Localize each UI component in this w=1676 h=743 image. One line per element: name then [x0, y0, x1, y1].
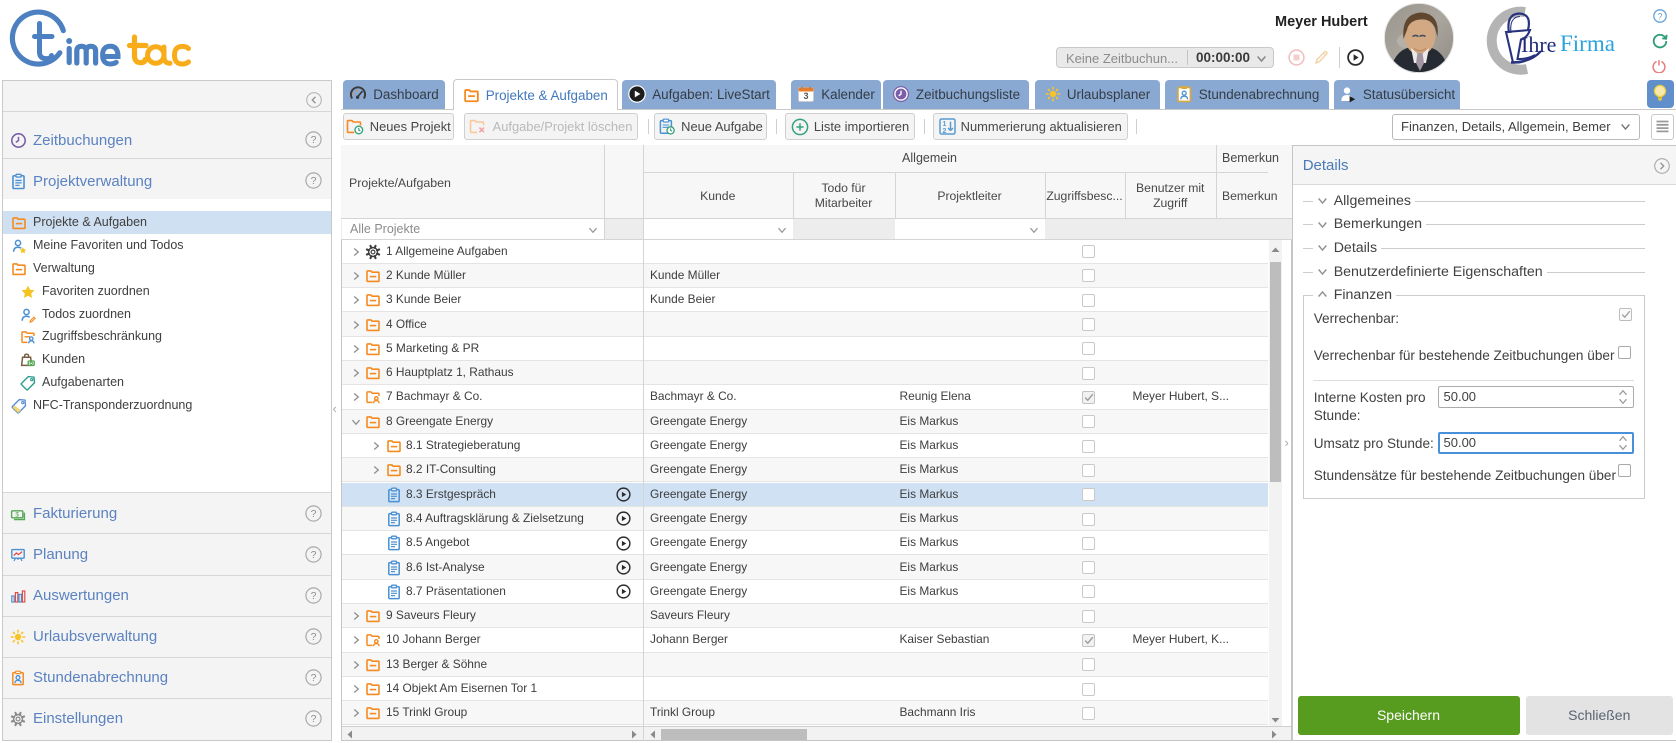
svg-text:?: ?	[311, 590, 317, 602]
svg-text:?: ?	[311, 713, 317, 725]
svg-text:1: 1	[942, 121, 946, 128]
svg-text:3: 3	[804, 91, 809, 101]
svg-text:$: $	[15, 512, 19, 519]
svg-text:2: 2	[942, 128, 946, 135]
svg-text:?: ?	[311, 134, 317, 146]
svg-text:?: ?	[1657, 11, 1662, 21]
svg-text:?: ?	[311, 631, 317, 643]
svg-text:?: ?	[311, 672, 317, 684]
svg-text:?: ?	[311, 508, 317, 520]
svg-text:?: ?	[311, 175, 317, 187]
svg-text:?: ?	[311, 549, 317, 561]
